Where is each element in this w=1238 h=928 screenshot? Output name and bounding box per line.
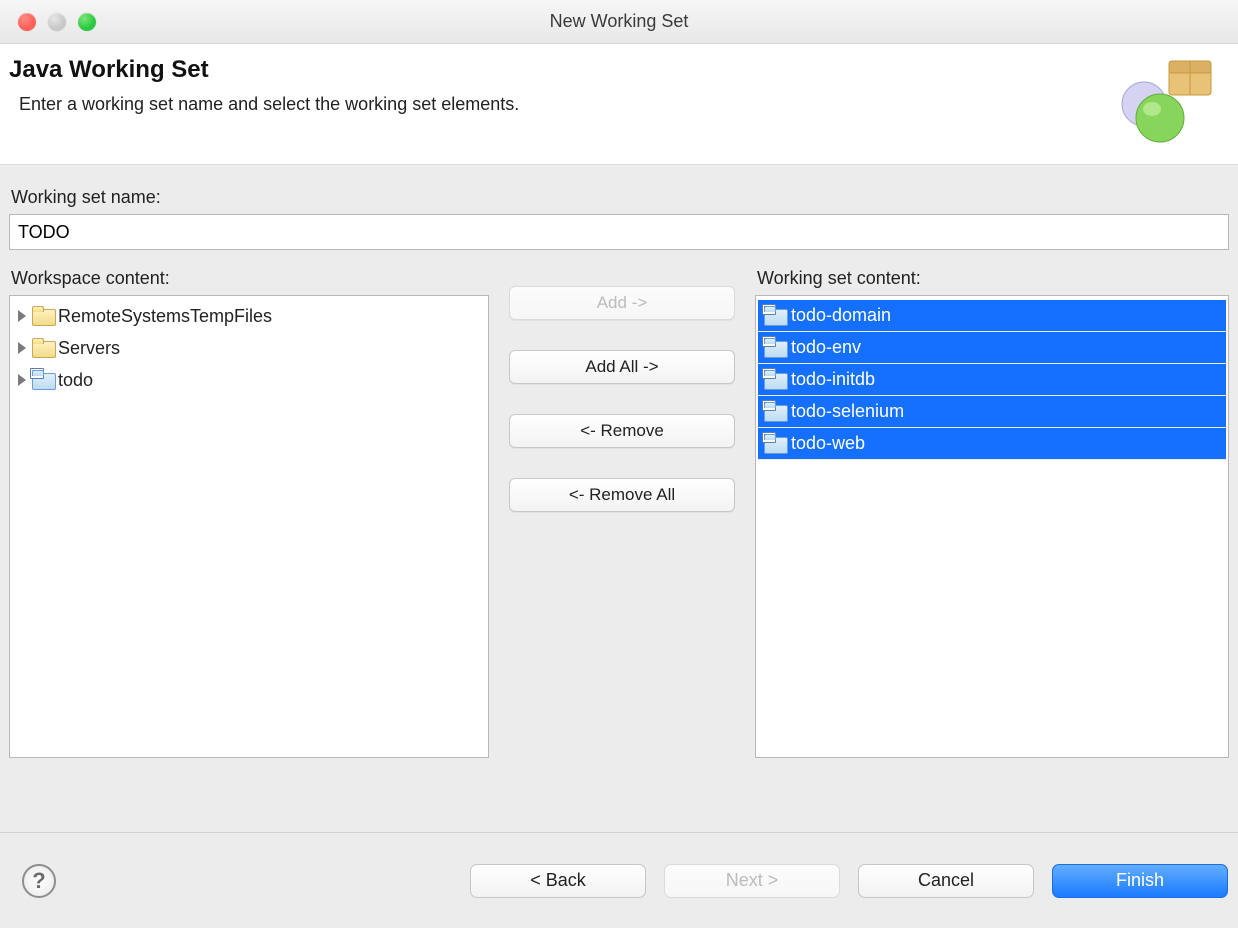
finish-button[interactable]: Finish	[1052, 864, 1228, 898]
working-set-name-input[interactable]	[9, 214, 1229, 250]
list-item[interactable]: MS todo-domain	[758, 300, 1226, 332]
workingset-label: Working set content:	[757, 268, 1229, 289]
wizard-banner-icon	[1106, 56, 1216, 146]
project-icon: MJ	[32, 371, 54, 389]
next-button: Next >	[664, 864, 840, 898]
dialog-footer: ? < Back Next > Cancel Finish	[0, 832, 1238, 928]
remove-button[interactable]: <- Remove	[509, 414, 735, 448]
page-subtitle: Enter a working set name and select the …	[19, 94, 1106, 115]
workspace-content-tree[interactable]: RemoteSystemsTempFiles Servers MJ todo	[9, 295, 489, 758]
window-titlebar: New Working Set	[0, 0, 1238, 44]
list-item[interactable]: MS todo-initdb	[758, 364, 1226, 396]
page-title: Java Working Set	[9, 56, 1106, 84]
list-item-label: todo-web	[791, 433, 865, 454]
help-icon[interactable]: ?	[22, 864, 56, 898]
maven-project-icon: MS	[764, 307, 786, 325]
cancel-button[interactable]: Cancel	[858, 864, 1034, 898]
list-item-label: todo-env	[791, 337, 861, 358]
disclosure-triangle-icon[interactable]	[18, 310, 26, 322]
name-label: Working set name:	[11, 187, 1229, 208]
tree-item[interactable]: Servers	[12, 332, 486, 364]
disclosure-triangle-icon[interactable]	[18, 374, 26, 386]
maven-project-icon: MS	[764, 371, 786, 389]
maven-overlay-icon: MS	[762, 336, 776, 347]
list-item[interactable]: MS todo-env	[758, 332, 1226, 364]
list-item-label: todo-selenium	[791, 401, 904, 422]
back-button[interactable]: < Back	[470, 864, 646, 898]
list-item[interactable]: MS todo-web	[758, 428, 1226, 460]
dialog-header: Java Working Set Enter a working set nam…	[0, 44, 1238, 165]
maven-overlay-icon: MS	[762, 368, 776, 379]
list-item[interactable]: MS todo-selenium	[758, 396, 1226, 428]
transfer-buttons: Add -> Add All -> <- Remove <- Remove Al…	[509, 258, 735, 758]
disclosure-triangle-icon[interactable]	[18, 342, 26, 354]
tree-item-label: todo	[58, 370, 93, 391]
maven-overlay-icon: MS	[762, 400, 776, 411]
dialog-body: Working set name: Workspace content: Rem…	[0, 165, 1238, 832]
maven-java-overlay-icon: MJ	[30, 368, 44, 379]
maven-project-icon: MS	[764, 435, 786, 453]
workspace-label: Workspace content:	[11, 268, 489, 289]
maven-overlay-icon: MS	[762, 304, 776, 315]
tree-item[interactable]: RemoteSystemsTempFiles	[12, 300, 486, 332]
remove-all-button[interactable]: <- Remove All	[509, 478, 735, 512]
maven-overlay-icon: MS	[762, 432, 776, 443]
tree-item[interactable]: MJ todo	[12, 364, 486, 396]
tree-item-label: Servers	[58, 338, 120, 359]
list-item-label: todo-initdb	[791, 369, 875, 390]
maven-project-icon: MS	[764, 339, 786, 357]
folder-icon	[32, 339, 54, 357]
add-button: Add ->	[509, 286, 735, 320]
folder-icon	[32, 307, 54, 325]
tree-item-label: RemoteSystemsTempFiles	[58, 306, 272, 327]
list-item-label: todo-domain	[791, 305, 891, 326]
working-set-content-list[interactable]: MS todo-domain MS todo-env MS todo-initdb MS to…	[755, 295, 1229, 758]
window-title: New Working Set	[0, 11, 1238, 32]
maven-project-icon: MS	[764, 403, 786, 421]
add-all-button[interactable]: Add All ->	[509, 350, 735, 384]
